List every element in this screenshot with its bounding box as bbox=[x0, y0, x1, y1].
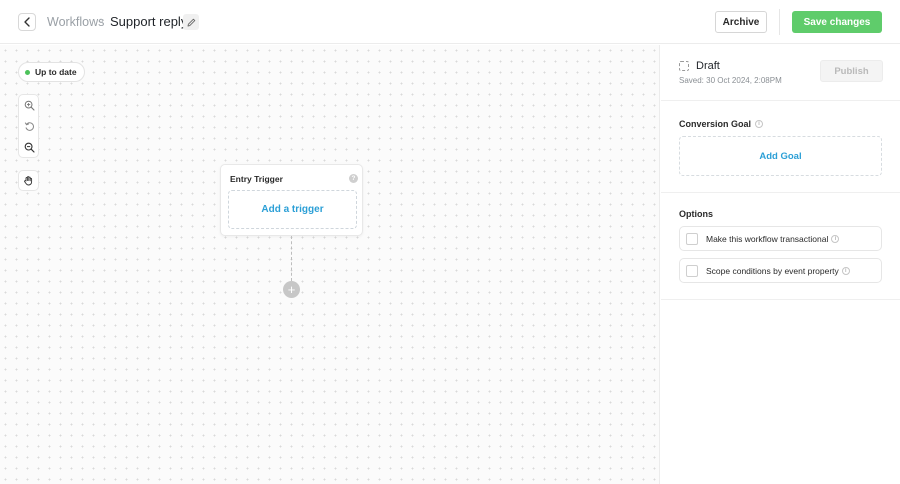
save-changes-button[interactable]: Save changes bbox=[792, 11, 882, 33]
workflow-name: Support reply bbox=[110, 14, 188, 29]
entry-trigger-card[interactable]: Entry Trigger ? Add a trigger bbox=[220, 164, 363, 236]
panel-divider bbox=[661, 192, 900, 193]
pencil-icon bbox=[187, 18, 195, 26]
zoom-out-icon bbox=[24, 142, 35, 153]
archive-button[interactable]: Archive bbox=[715, 11, 767, 33]
transactional-label: Make this workflow transactional bbox=[706, 234, 829, 244]
hand-icon bbox=[24, 176, 33, 186]
panel-divider bbox=[661, 100, 900, 101]
options-heading: Options bbox=[679, 209, 713, 219]
connector-line bbox=[291, 236, 292, 281]
zoom-in-icon bbox=[24, 100, 35, 111]
status-dot bbox=[25, 69, 30, 75]
sync-status-badge: Up to date bbox=[18, 62, 85, 82]
option-label: Make this workflow transactional i bbox=[706, 234, 840, 244]
settings-panel: Draft Saved: 30 Oct 2024, 2:08PM Publish… bbox=[661, 45, 900, 484]
entry-trigger-title: Entry Trigger bbox=[230, 174, 283, 184]
options-label: Options bbox=[679, 209, 713, 219]
reset-zoom-button[interactable] bbox=[19, 116, 40, 137]
zoom-controls bbox=[18, 94, 39, 158]
panel-divider bbox=[661, 299, 900, 300]
conversion-goal-label: Conversion Goal bbox=[679, 119, 752, 129]
option-transactional[interactable]: Make this workflow transactional i bbox=[679, 226, 882, 251]
saved-timestamp: Saved: 30 Oct 2024, 2:08PM bbox=[679, 76, 782, 85]
workflow-canvas[interactable]: Up to date Entry Trigger ? Add a trigger… bbox=[0, 45, 660, 484]
info-icon[interactable]: i bbox=[755, 120, 764, 128]
toolbar-divider bbox=[779, 9, 780, 35]
add-trigger-button[interactable]: Add a trigger bbox=[228, 190, 357, 229]
info-icon[interactable]: i bbox=[841, 267, 850, 275]
option-label: Scope conditions by event property i bbox=[706, 266, 850, 276]
workflow-status: Draft bbox=[696, 60, 720, 72]
add-goal-button[interactable]: Add Goal bbox=[679, 136, 882, 176]
top-bar: Workflows › Support reply Archive Save c… bbox=[0, 0, 900, 44]
publish-button[interactable]: Publish bbox=[820, 60, 883, 82]
zoom-in-button[interactable] bbox=[19, 95, 40, 116]
pan-tool-button[interactable] bbox=[18, 170, 39, 191]
breadcrumb-separator: › bbox=[100, 15, 104, 27]
sync-status-label: Up to date bbox=[35, 67, 77, 77]
back-button[interactable] bbox=[18, 13, 36, 31]
info-icon[interactable]: i bbox=[831, 235, 840, 243]
scope-conditions-checkbox[interactable] bbox=[686, 265, 698, 277]
edit-name-button[interactable] bbox=[183, 14, 199, 30]
option-scope-conditions[interactable]: Scope conditions by event property i bbox=[679, 258, 882, 283]
zoom-out-button[interactable] bbox=[19, 137, 40, 158]
scope-conditions-label: Scope conditions by event property bbox=[706, 266, 839, 276]
transactional-checkbox[interactable] bbox=[686, 233, 698, 245]
reset-icon bbox=[24, 122, 34, 131]
chevron-left-icon bbox=[24, 17, 30, 27]
breadcrumb-workflows[interactable]: Workflows bbox=[47, 15, 104, 29]
add-step-button[interactable]: + bbox=[283, 281, 300, 298]
conversion-goal-heading: Conversion Goal i bbox=[679, 119, 764, 129]
help-icon[interactable]: ? bbox=[349, 174, 358, 183]
draft-status-icon bbox=[679, 61, 689, 71]
